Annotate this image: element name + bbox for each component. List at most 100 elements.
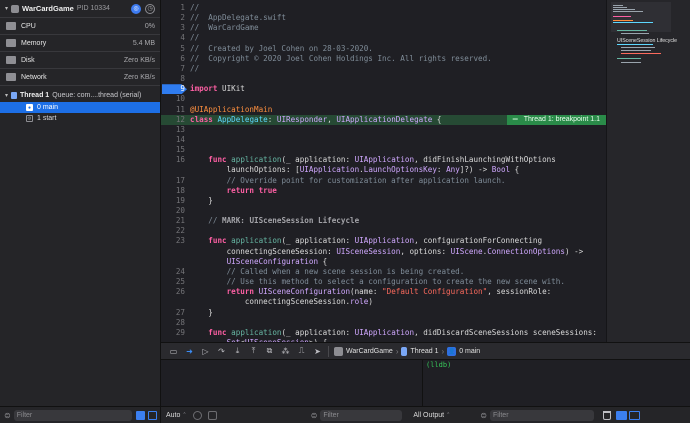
code-line[interactable]: 12 class AppDelegate: UIResponder, UIAppl… (161, 114, 606, 125)
code-line[interactable]: 14 (161, 135, 606, 145)
network-gauge-icon (6, 73, 16, 81)
line-number: 21 (175, 216, 185, 226)
code-line[interactable]: 20 (161, 206, 606, 216)
code-line[interactable]: 4 // (161, 33, 606, 43)
code-line[interactable]: 5 // Created by Joel Cohen on 28-03-2020. (161, 44, 606, 54)
crumb-frame[interactable]: 0 main (459, 348, 480, 355)
environment-overrides-icon[interactable]: ⎍ (296, 346, 307, 357)
step-into-icon[interactable]: ⤓ (232, 346, 243, 357)
code-line[interactable]: 28 (161, 318, 606, 328)
code-line[interactable]: 22 (161, 226, 606, 236)
split-view-icon[interactable] (615, 410, 627, 420)
pause-continue-icon[interactable]: ▷ (200, 346, 211, 357)
show-only-crashed-icon[interactable] (136, 410, 145, 420)
filter-icon[interactable]: ⊜ (4, 411, 11, 420)
console-filter-input[interactable]: Filter (489, 409, 594, 421)
code-line[interactable]: 9 import UIKit (161, 84, 606, 95)
code-token: func (208, 155, 227, 165)
print-description-icon[interactable] (207, 410, 217, 420)
process-info-icon[interactable]: ◷ (145, 3, 155, 14)
step-over-icon[interactable]: ↷ (216, 346, 227, 357)
navigator-filter-input[interactable]: Filter (13, 409, 132, 421)
variables-view[interactable] (161, 360, 423, 406)
code-line[interactable]: 23 func application(_ application: UIApp… (161, 236, 606, 246)
crumb-app[interactable]: WarCardGame (346, 348, 393, 355)
filter-placeholder: Filter (323, 411, 339, 419)
hide-debug-area-icon[interactable]: ▭ (168, 346, 179, 357)
code-line[interactable]: 1 // (161, 3, 606, 13)
gauge-row-cpu[interactable]: CPU 0% (0, 18, 160, 35)
code-line[interactable]: 6 // Copyright © 2020 Joel Cohen Holdings… (161, 54, 606, 64)
console-only-icon[interactable] (628, 410, 640, 420)
line-number: 26 (175, 287, 185, 297)
memory-graph-icon[interactable]: ⁂ (280, 346, 291, 357)
view-hierarchy-icon[interactable]: ⧉ (264, 346, 275, 357)
stack-frame-row[interactable]: ⚙ 1 start (0, 113, 160, 124)
step-out-icon[interactable]: ⤒ (248, 346, 259, 357)
variables-scope-popup[interactable]: Auto ⌃ (166, 412, 187, 419)
code-line[interactable]: 3 // WarCardGame (161, 23, 606, 33)
simulate-location-icon[interactable]: ➤ (312, 346, 323, 357)
source-editor[interactable]: 1//2// AppDelegate.swift 3// WarCardGame 4… (161, 0, 606, 342)
filter-icon[interactable]: ⊜ (311, 411, 318, 420)
code-token: MARK: UISceneSession Lifecycle (222, 216, 360, 226)
debug-breadcrumb[interactable]: WarCardGame › Thread 1 › 👤 0 main (334, 346, 480, 356)
gauge-row-network[interactable]: Network Zero KB/s (0, 69, 160, 86)
code-line[interactable]: 19 } (161, 196, 606, 206)
code-line[interactable]: 26 return UISceneConfiguration(name: "De… (161, 287, 606, 297)
code-token: role (350, 297, 369, 307)
code-token: : (267, 114, 277, 124)
breakpoints-toggle-icon[interactable]: ➜ (184, 346, 195, 357)
gauge-row-memory[interactable]: Memory 5.4 MB (0, 35, 160, 52)
code-line[interactable]: 24 // Called when a new scene session is… (161, 267, 606, 277)
line-number: 3 (180, 23, 185, 33)
code-line[interactable]: UISceneConfiguration { (161, 257, 606, 267)
show-only-running-icon[interactable] (148, 410, 157, 420)
code-line[interactable]: 18 return true (161, 186, 606, 196)
console-view[interactable]: (lldb) (424, 360, 690, 406)
code-line[interactable]: 15 (161, 145, 606, 155)
disclosure-triangle-icon[interactable]: ▾ (5, 5, 8, 12)
code-line[interactable]: 17 // Override point for customization a… (161, 176, 606, 186)
code-line[interactable]: connectingSceneSession.role) (161, 297, 606, 307)
code-line[interactable]: launchOptions: [UIApplication.LaunchOpti… (161, 165, 606, 175)
minimap-line (621, 62, 641, 64)
variables-filter-input[interactable]: Filter (320, 409, 403, 421)
crumb-thread[interactable]: Thread 1 (410, 348, 438, 355)
code-token: UISceneConfiguration (226, 256, 319, 266)
code-line[interactable]: 16 func application(_ application: UIApp… (161, 155, 606, 165)
code-line[interactable]: 10 (161, 94, 606, 104)
code-text: // (190, 64, 199, 74)
line-number: 22 (175, 226, 185, 236)
stack-frame-row[interactable]: ● 0 main (0, 102, 160, 113)
thread-row[interactable]: ▾ Thread 1 Queue: com....thread (serial) (0, 89, 160, 101)
console-output-popup[interactable]: All Output ⌃ (413, 412, 450, 419)
breakpoint-badge[interactable]: ═ Thread 1: breakpoint 1.1 (506, 114, 606, 125)
disclosure-triangle-icon[interactable]: ▾ (5, 92, 8, 99)
code-token: // Override point for customization afte… (226, 175, 506, 185)
line-number: 10 (175, 94, 185, 104)
code-line[interactable]: 27 } (161, 308, 606, 318)
process-options-icon[interactable]: ◎ (131, 3, 141, 14)
code-line[interactable]: 7 // (161, 64, 606, 74)
minimap[interactable]: UISceneSession Lifecycle (606, 0, 690, 342)
code-line[interactable]: 13 (161, 125, 606, 135)
thread-label: Thread 1 (20, 91, 50, 99)
code-line[interactable]: connectingSceneSession: UISceneSession, … (161, 247, 606, 257)
quick-look-icon[interactable] (192, 410, 202, 420)
code-line[interactable]: 29 func application(_ application: UIApp… (161, 328, 606, 338)
filter-icon[interactable]: ⊜ (480, 411, 487, 420)
variables-scope-label: Auto (166, 411, 181, 419)
debug-bar: ▭ ➜ ▷ ↷ ⤓ ⤒ ⧉ ⁂ ⎍ ➤ WarCardGame › Thread… (161, 342, 690, 360)
process-row[interactable]: ▾ WarCardGame PID 10334 ◎ ◷ (0, 0, 160, 18)
code-text: // (190, 3, 199, 13)
code-line[interactable]: 21 // MARK: UISceneSession Lifecycle (161, 216, 606, 226)
code-line[interactable]: 8 (161, 74, 606, 84)
code-line[interactable]: 25 // Use this method to select a config… (161, 277, 606, 287)
gauge-row-disk[interactable]: Disk Zero KB/s (0, 52, 160, 69)
code-line[interactable]: 11 @UIApplicationMain (161, 105, 606, 115)
code-line[interactable]: 2 // AppDelegate.swift (161, 13, 606, 23)
code-text: import UIKit (190, 84, 245, 94)
trash-icon[interactable] (602, 410, 611, 420)
